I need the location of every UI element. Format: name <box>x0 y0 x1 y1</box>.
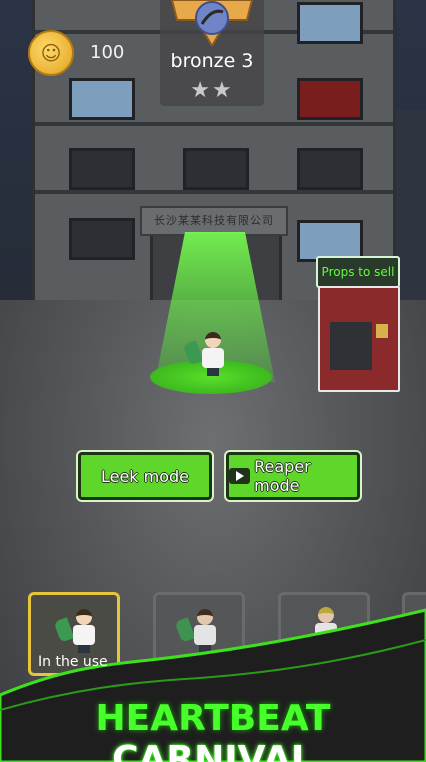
props-shop-label[interactable]: Props to sell <box>316 256 400 288</box>
reaper-mode-label: Reaper mode <box>254 457 311 495</box>
building-sign: 长沙某某科技有限公司 <box>140 206 288 236</box>
building-window <box>183 148 249 190</box>
vending-machine[interactable] <box>318 286 400 392</box>
leek-mode-button[interactable]: Leek mode <box>78 452 212 500</box>
floor-divider <box>35 190 393 194</box>
building-window <box>297 148 363 190</box>
leek-mode-label: Leek mode <box>100 466 190 486</box>
title-word-carnival: CARNIVAL <box>112 739 314 762</box>
rank-badge-icon <box>170 0 254 46</box>
building-window <box>69 148 135 190</box>
game-scene: 长沙某某科技有限公司 ☺ 100 bronze 3 ★★ Props to se… <box>0 0 426 762</box>
in-use-label: In the use <box>38 654 108 670</box>
building-window <box>297 78 363 120</box>
game-title-banner: HEARTBEAT CARNIVAL <box>0 698 426 762</box>
player-character[interactable] <box>182 332 228 376</box>
title-word-heartbeat: HEARTBEAT <box>95 698 331 739</box>
reaper-mode-button[interactable]: Reaper mode <box>226 452 360 500</box>
building-window <box>69 78 135 120</box>
building-window <box>297 2 363 44</box>
coin-count: 100 <box>90 42 125 63</box>
floor-divider <box>35 122 393 126</box>
building-window <box>69 218 135 260</box>
video-icon <box>229 468 251 484</box>
rank-name: bronze 3 <box>170 50 254 72</box>
rank-stars: ★★ <box>190 78 234 103</box>
coin-icon: ☺ <box>28 30 74 76</box>
